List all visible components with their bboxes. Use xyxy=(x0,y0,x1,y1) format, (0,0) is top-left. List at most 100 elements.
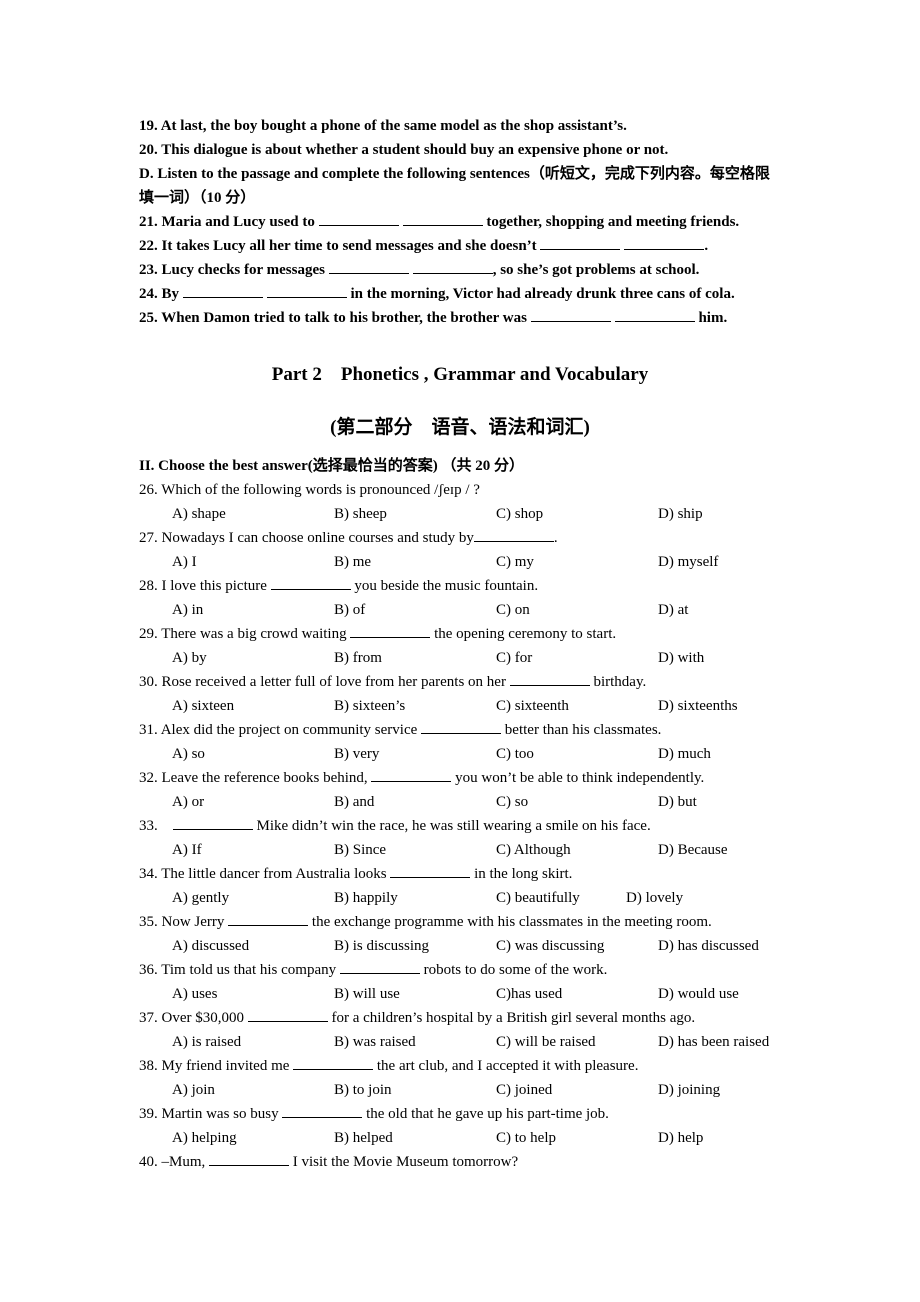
option-c[interactable]: C) for xyxy=(496,646,532,670)
option-c[interactable]: C) Although xyxy=(496,838,571,862)
option-d[interactable]: D) myself xyxy=(658,550,718,574)
option-d[interactable]: D) would use xyxy=(658,982,739,1006)
option-d[interactable]: D) Because xyxy=(658,838,728,862)
option-b[interactable]: B) sheep xyxy=(334,502,387,526)
item-number: 23. xyxy=(139,262,158,278)
option-a[interactable]: A) If xyxy=(172,838,202,862)
question-text-before: –Mum, xyxy=(161,1154,206,1170)
option-a[interactable]: A) by xyxy=(172,646,207,670)
option-c[interactable]: C) on xyxy=(496,598,530,622)
option-a[interactable]: A) sixteen xyxy=(172,694,234,718)
question-number: 29. xyxy=(139,626,158,642)
option-d[interactable]: D) lovely xyxy=(626,886,683,910)
option-b[interactable]: B) Since xyxy=(334,838,386,862)
answer-options: A) I B) me C) my D) myself xyxy=(139,550,799,574)
option-d[interactable]: D) sixteenths xyxy=(658,694,738,718)
question-text-after: I visit the Movie Museum tomorrow? xyxy=(292,1154,519,1170)
answer-blank[interactable] xyxy=(339,959,420,974)
option-d[interactable]: D) at xyxy=(658,598,688,622)
answer-blank[interactable] xyxy=(371,767,452,782)
answer-options: A) or B) and C) so D) but xyxy=(139,790,799,814)
option-a[interactable]: A) in xyxy=(172,598,203,622)
answer-blank[interactable] xyxy=(209,1151,290,1166)
question-36: 36. Tim told us that his company robots … xyxy=(139,958,799,982)
answer-blank[interactable] xyxy=(266,283,347,298)
question-text-after: the exchange programme with his classmat… xyxy=(311,914,712,930)
option-c[interactable]: C) to help xyxy=(496,1126,556,1150)
question-33: 33. Mike didn’t win the race, he was sti… xyxy=(139,814,799,838)
option-c[interactable]: C) beautifully xyxy=(496,886,580,910)
option-b[interactable]: B) sixteen’s xyxy=(334,694,405,718)
option-c[interactable]: C) shop xyxy=(496,502,543,526)
answer-blank[interactable] xyxy=(509,671,590,686)
section-ii-heading: II. Choose the best answer(选择最恰当的答案) （共 … xyxy=(139,458,524,474)
answer-blank[interactable] xyxy=(624,235,705,250)
answer-blank[interactable] xyxy=(540,235,621,250)
option-b[interactable]: B) very xyxy=(334,742,379,766)
option-a[interactable]: A) or xyxy=(172,790,204,814)
option-a[interactable]: A) helping xyxy=(172,1126,237,1150)
option-c[interactable]: C)has used xyxy=(496,982,562,1006)
answer-blank[interactable] xyxy=(530,307,611,322)
answer-blank[interactable] xyxy=(318,211,399,226)
option-d[interactable]: D) joining xyxy=(658,1078,720,1102)
answer-blank[interactable] xyxy=(350,623,431,638)
option-a[interactable]: A) discussed xyxy=(172,934,249,958)
answer-blank[interactable] xyxy=(228,911,309,926)
item-text-after: together, shopping and meeting friends. xyxy=(486,214,740,230)
answer-blank[interactable] xyxy=(421,719,502,734)
statement-20: 20. This dialogue is about whether a stu… xyxy=(139,138,799,162)
answer-blank[interactable] xyxy=(614,307,695,322)
answer-blank[interactable] xyxy=(182,283,263,298)
option-b[interactable]: B) from xyxy=(334,646,382,670)
question-number: 32. xyxy=(139,770,158,786)
option-c[interactable]: C) will be raised xyxy=(496,1030,596,1054)
answer-blank[interactable] xyxy=(282,1103,363,1118)
item-number: 24. xyxy=(139,286,158,302)
option-d[interactable]: D) ship xyxy=(658,502,703,526)
option-a[interactable]: A) uses xyxy=(172,982,217,1006)
option-b[interactable]: B) to join xyxy=(334,1078,392,1102)
question-text-before: Leave the reference books behind, xyxy=(161,770,368,786)
option-b[interactable]: B) helped xyxy=(334,1126,393,1150)
option-a[interactable]: A) shape xyxy=(172,502,226,526)
option-b[interactable]: B) and xyxy=(334,790,374,814)
option-b[interactable]: B) of xyxy=(334,598,365,622)
item-text-before: By xyxy=(161,286,180,302)
option-b[interactable]: B) me xyxy=(334,550,371,574)
answer-options: A) uses B) will use C)has used D) would use xyxy=(139,982,799,1006)
option-d[interactable]: D) with xyxy=(658,646,704,670)
question-37: 37. Over $30,000 for a children’s hospit… xyxy=(139,1006,799,1030)
option-a[interactable]: A) join xyxy=(172,1078,215,1102)
option-a[interactable]: A) so xyxy=(172,742,205,766)
answer-blank[interactable] xyxy=(390,863,471,878)
answer-blank[interactable] xyxy=(293,1055,374,1070)
answer-options: A) sixteen B) sixteen’s C) sixteenth D) six… xyxy=(139,694,799,718)
option-c[interactable]: C) joined xyxy=(496,1078,552,1102)
option-d[interactable]: D) but xyxy=(658,790,697,814)
option-c[interactable]: C) so xyxy=(496,790,528,814)
option-d[interactable]: D) help xyxy=(658,1126,703,1150)
option-c[interactable]: C) was discussing xyxy=(496,934,604,958)
option-b[interactable]: B) was raised xyxy=(334,1030,416,1054)
answer-blank[interactable] xyxy=(412,259,493,274)
option-d[interactable]: D) much xyxy=(658,742,711,766)
option-a[interactable]: A) is raised xyxy=(172,1030,241,1054)
answer-blank[interactable] xyxy=(328,259,409,274)
option-b[interactable]: B) is discussing xyxy=(334,934,429,958)
option-b[interactable]: B) happily xyxy=(334,886,398,910)
option-d[interactable]: D) has discussed xyxy=(658,934,759,958)
option-c[interactable]: C) sixteenth xyxy=(496,694,569,718)
question-number: 31. xyxy=(139,722,158,738)
answer-blank[interactable] xyxy=(172,815,253,830)
option-c[interactable]: C) my xyxy=(496,550,534,574)
option-d[interactable]: D) has been raised xyxy=(658,1030,769,1054)
option-c[interactable]: C) too xyxy=(496,742,534,766)
answer-blank[interactable] xyxy=(402,211,483,226)
answer-blank[interactable] xyxy=(270,575,351,590)
option-a[interactable]: A) I xyxy=(172,550,197,574)
answer-blank[interactable] xyxy=(473,527,554,542)
option-b[interactable]: B) will use xyxy=(334,982,400,1006)
option-a[interactable]: A) gently xyxy=(172,886,229,910)
answer-blank[interactable] xyxy=(247,1007,328,1022)
